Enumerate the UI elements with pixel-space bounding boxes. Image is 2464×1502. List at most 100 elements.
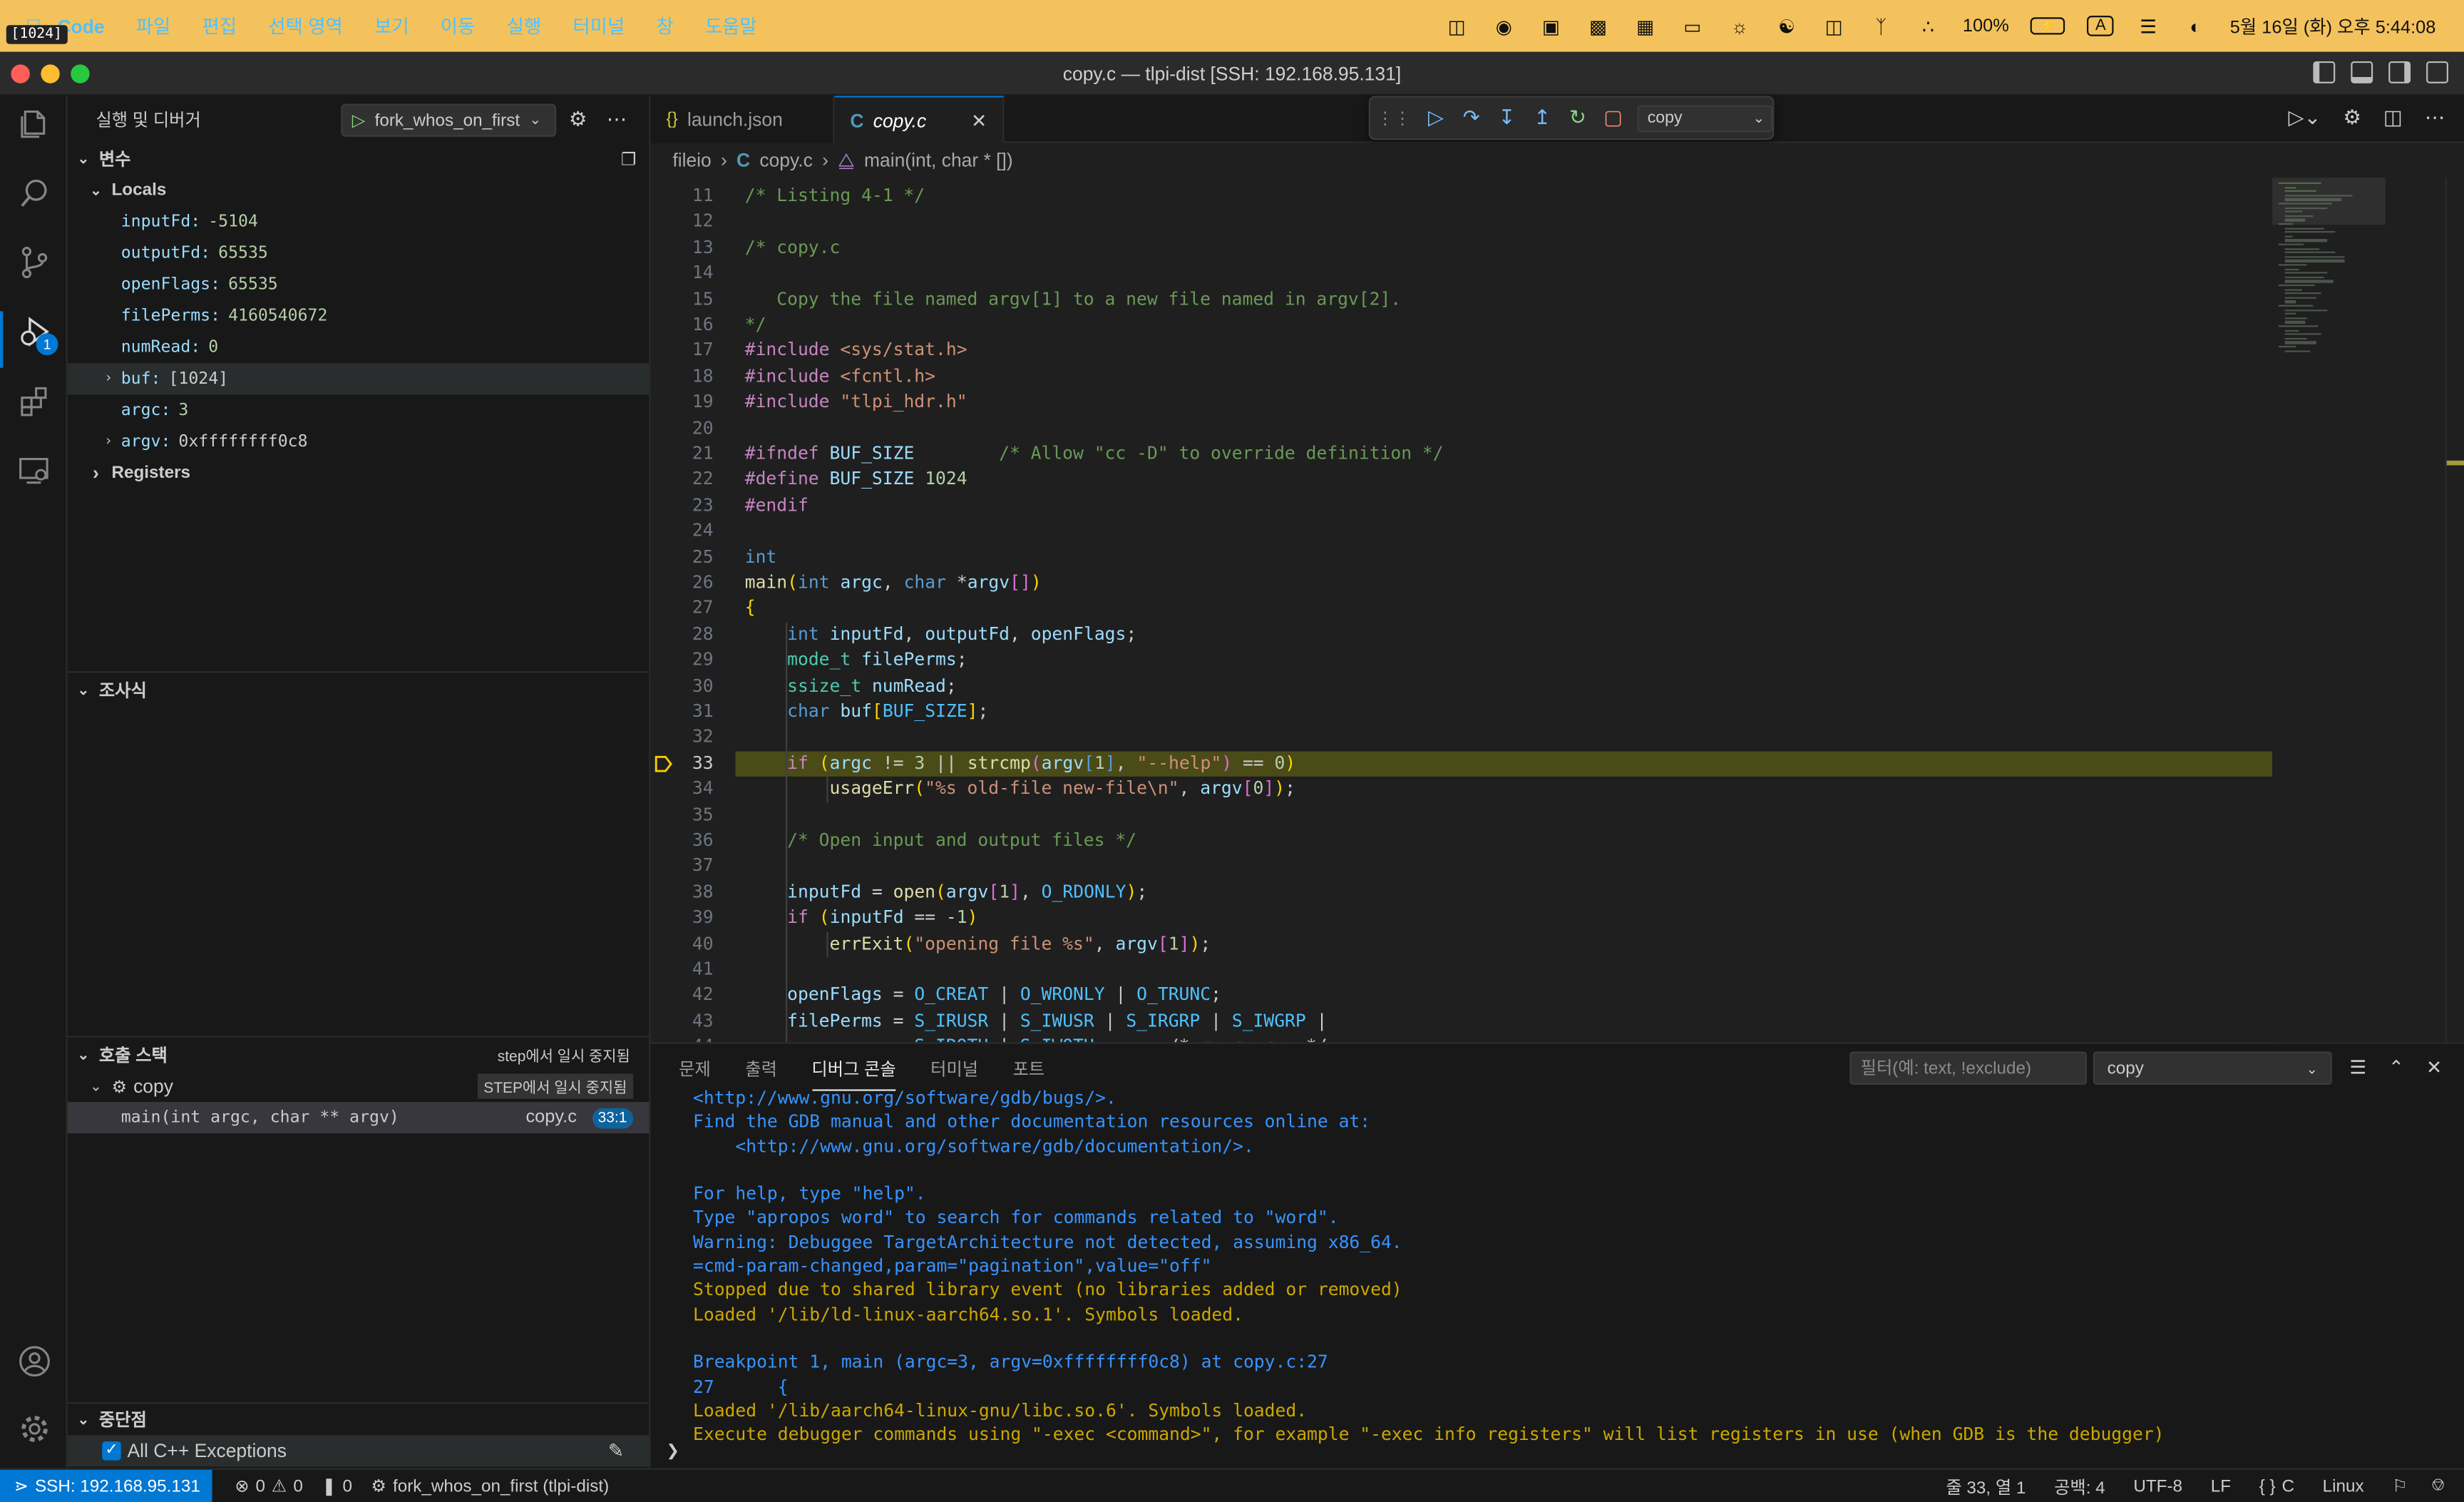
drag-handle-icon[interactable]: ⋮⋮ (1377, 108, 1411, 128)
variable-row[interactable]: openFlags: 65535 (68, 269, 650, 300)
minimap-viewport[interactable] (2272, 178, 2386, 225)
code-line[interactable]: main(int argc, char *argv[]) (745, 571, 1042, 596)
code-line[interactable]: filePerms = S_IRUSR | S_IWUSR | S_IRGRP … (745, 1009, 1327, 1035)
layout-icon[interactable]: ▦ (1633, 15, 1658, 37)
network-share-icon[interactable]: ☯ (1774, 15, 1799, 37)
menubar-clock[interactable]: 5월 16일 (화) 오후 5:44:08 (2230, 14, 2436, 39)
code-line[interactable]: #include <sys/stat.h> (745, 339, 967, 364)
feedback-icon[interactable]: ⚐ (2378, 1476, 2421, 1496)
remote-explorer-icon[interactable] (14, 453, 55, 494)
language-mode[interactable]: { } C (2245, 1477, 2309, 1496)
close-panel-icon[interactable]: ✕ (2426, 1056, 2442, 1078)
menu-view[interactable]: 보기 (359, 13, 425, 39)
manage-gear-icon[interactable] (14, 1411, 55, 1452)
code-editor[interactable]: 11 /* Listing 4-1 */ 12 13 /* copy.c 14 15 Cop… (650, 178, 2464, 1043)
close-tab-icon[interactable]: ✕ (971, 109, 987, 131)
grammarly-icon[interactable]: ◉ (1492, 15, 1516, 37)
code-line[interactable]: inputFd = open(argv[1], O_RDONLY); (745, 880, 1147, 906)
cursor-position[interactable]: 줄 33, 열 1 (1932, 1473, 2040, 1498)
locals-scope[interactable]: ⌄ Locals (68, 175, 650, 206)
thread-row[interactable]: ⌄ ⚙ copy STEP에서 일시 중지됨 (68, 1071, 650, 1102)
menu-run[interactable]: 실행 (491, 13, 558, 39)
step-into-icon[interactable]: ↧ (1497, 106, 1518, 131)
console-target-select[interactable]: copy ⌄ (2093, 1051, 2332, 1085)
ports-indicator[interactable]: ❚ 0 (312, 1476, 361, 1497)
console-prompt-chevron-icon[interactable]: ❯ (667, 1443, 679, 1460)
menu-edit[interactable]: 편집 (186, 13, 252, 39)
variable-row[interactable]: argc: 3 (68, 394, 650, 426)
open-launch-json-gear-icon[interactable]: ⚙ (569, 107, 587, 132)
breadcrumb-folder[interactable]: fileio (672, 149, 711, 171)
clear-console-icon[interactable]: ☰ (2349, 1056, 2366, 1078)
tab-launch-json[interactable]: {} launch.json (650, 96, 835, 143)
stack-frame-row[interactable]: main(int argc, char ** argv) copy.c 33:1 (67, 1102, 650, 1134)
breadcrumb-file[interactable]: copy.c (759, 149, 812, 171)
wifi-icon[interactable]: ☰ (2136, 15, 2161, 37)
menu-terminal[interactable]: 터미널 (557, 13, 640, 39)
code-line[interactable]: #endif (745, 494, 808, 519)
customize-layout-icon[interactable] (2426, 61, 2448, 83)
account-icon[interactable] (14, 1344, 55, 1384)
breakpoint-checkbox[interactable]: ✓ (102, 1441, 121, 1461)
code-line[interactable]: if (inputFd == -1) (745, 906, 977, 931)
registers-scope[interactable]: › Registers (68, 457, 650, 489)
input-source-icon[interactable]: A (2087, 16, 2114, 36)
callstack-section-header[interactable]: ⌄ 호출 스택 step에서 일시 중지됨 (68, 1039, 650, 1071)
variable-row[interactable]: inputFd: -5104 (68, 206, 650, 237)
menu-selection[interactable]: 선택 영역 (252, 13, 359, 39)
control-center-icon[interactable]: ◐ (2183, 15, 2208, 37)
hearing-icon[interactable]: ☼ (1727, 15, 1752, 37)
problems-indicator[interactable]: ⊗ 0 ⚠ 0 (225, 1476, 312, 1497)
toggle-secondary-sidebar-icon[interactable] (2388, 61, 2411, 83)
code-line[interactable]: /* Listing 4-1 */ (745, 184, 925, 210)
code-line[interactable]: openFlags = O_CREAT | O_WRONLY | O_TRUNC… (745, 983, 1221, 1008)
display-icon[interactable]: ▭ (1680, 15, 1705, 37)
end-of-line[interactable]: LF (2197, 1477, 2245, 1496)
edit-condition-icon[interactable]: ✎ (608, 1440, 624, 1462)
console-filter-input[interactable]: 필터(예: text, !exclude) (1849, 1051, 2088, 1085)
extensions-icon[interactable] (14, 384, 55, 424)
variable-row[interactable]: › argv: 0xffffffff0c8 (68, 426, 650, 457)
code-line[interactable]: */ (745, 313, 766, 339)
code-line[interactable]: #ifndef BUF_SIZE /* Allow "cc -D" to ove… (745, 441, 1444, 467)
step-over-icon[interactable]: ↷ (1461, 106, 1482, 131)
launch-config-select[interactable]: ▷ fork_whos_on_first ⌄ (341, 103, 557, 137)
encoding[interactable]: UTF-8 (2120, 1477, 2197, 1496)
source-control-icon[interactable] (14, 245, 55, 286)
debug-target-select[interactable]: copy ⌄ (1638, 104, 1773, 132)
code-line[interactable]: /* Open input and output files */ (745, 829, 1136, 854)
breadcrumb-symbol[interactable]: main(int, char * []) (864, 149, 1013, 171)
minimap[interactable] (2272, 178, 2445, 1043)
variable-row[interactable]: outputFd: 65535 (68, 237, 650, 269)
shield-status-icon[interactable]: ◫ (1444, 15, 1469, 37)
breakpoints-section-header[interactable]: ⌄ 중단점 (68, 1404, 650, 1435)
code-line[interactable]: /* copy.c (745, 235, 841, 261)
menu-go[interactable]: 이동 (425, 13, 491, 39)
toggle-panel-icon[interactable] (2351, 61, 2373, 83)
stop-icon[interactable]: ▢ (1603, 106, 1624, 131)
notifications-bell-icon[interactable]: ⎊ (2422, 1476, 2464, 1497)
code-line[interactable]: int (745, 545, 777, 571)
code-line[interactable]: if (argc != 3 || strcmp(argv[1], "--help… (745, 751, 1295, 777)
code-line[interactable]: Copy the file named argv[1] to a new fil… (745, 287, 1401, 312)
indentation[interactable]: 공백: 4 (2040, 1473, 2119, 1498)
variable-row[interactable]: numRead: 0 (68, 332, 650, 363)
chevron-right-icon[interactable]: › (99, 434, 118, 449)
debug-console-output[interactable]: <http://www.gnu.org/software/gdb/bugs/>.… (693, 1086, 2453, 1454)
minimize-window-button[interactable] (41, 64, 60, 83)
code-line[interactable]: { (745, 596, 756, 622)
restart-icon[interactable]: ↻ (1567, 106, 1588, 131)
code-line[interactable]: int inputFd, outputFd, openFlags; (745, 622, 1136, 648)
remote-indicator[interactable]: ⋗ SSH: 192.168.95.131 (0, 1469, 213, 1502)
menu-help[interactable]: 도움말 (689, 13, 773, 39)
maximize-panel-icon[interactable]: ⌃ (2388, 1056, 2404, 1078)
more-actions-icon[interactable]: ⋯ (607, 107, 627, 132)
platform[interactable]: Linux (2309, 1477, 2378, 1496)
battery-saver-icon[interactable]: ▣ (1539, 15, 1564, 37)
close-window-button[interactable] (11, 64, 30, 83)
code-line[interactable]: #define BUF_SIZE 1024 (745, 467, 967, 493)
zoom-window-button[interactable] (71, 64, 90, 83)
code-line[interactable]: #include "tlpi_hdr.h" (745, 390, 967, 416)
activity-icon[interactable]: ∴ (1916, 15, 1941, 37)
run-debug-split-icon[interactable]: ▷⌄ (2288, 106, 2321, 131)
